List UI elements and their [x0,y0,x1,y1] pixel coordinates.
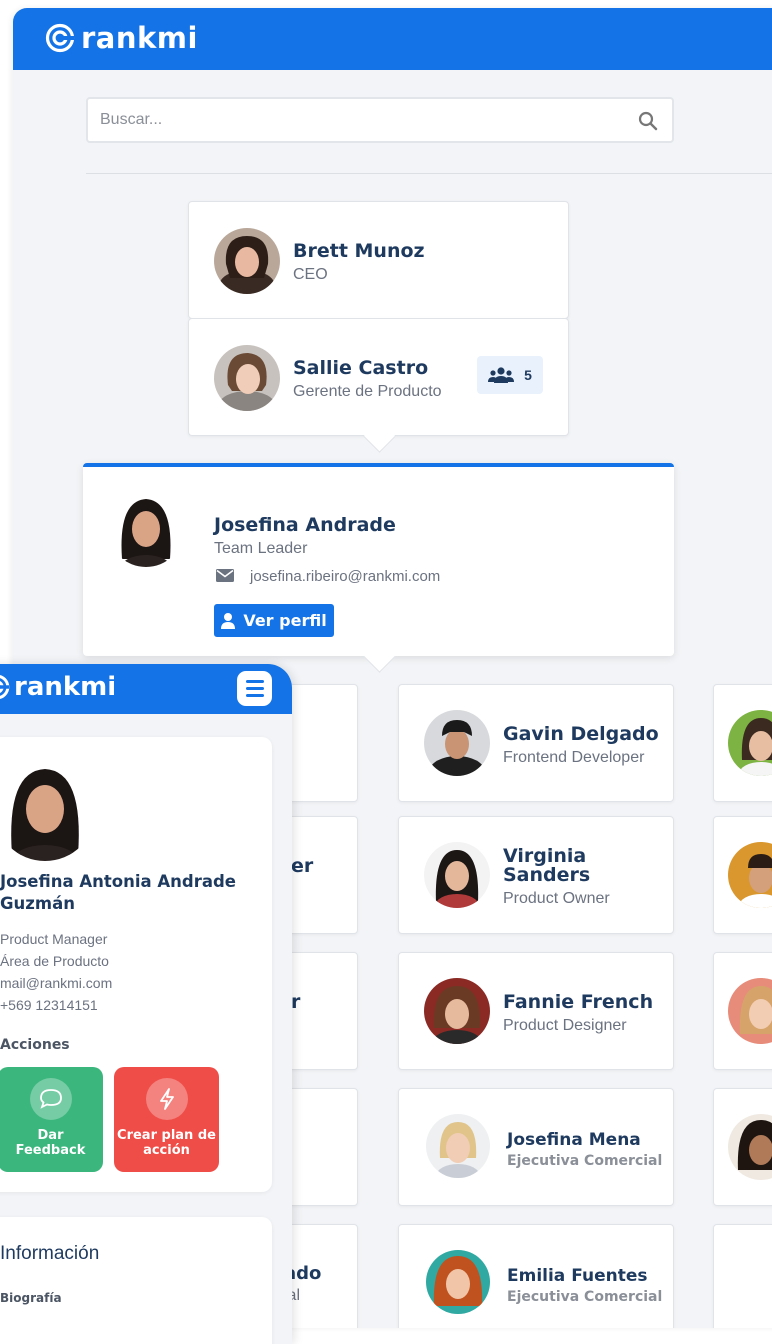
avatar [426,1114,490,1178]
team-card[interactable] [713,1224,772,1328]
avatar [214,345,280,411]
avatar [728,710,772,776]
avatar [728,978,772,1044]
feedback-label: Dar Feedback [15,1128,86,1158]
avatar [214,228,280,294]
rankmi-logo[interactable]: rankmi [45,21,198,55]
team-card[interactable]: Fannie French Product Designer [398,952,674,1070]
information-title: Información [0,1243,100,1264]
menu-line [245,680,264,683]
team-count: 5 [524,367,532,383]
team-card[interactable]: Gavin Delgado Frontend Developer [398,684,674,802]
biography-label: Biografía [0,1291,62,1305]
person-name: Sallie Castro [293,357,429,379]
avatar [424,710,490,776]
person-role: Team Leader [214,540,308,557]
logo-text: rankmi [14,672,117,702]
profile-card: Josefina Antonia Andrade Guzmán Product … [0,737,272,1192]
view-profile-label: Ver perfil [243,611,327,630]
give-feedback-button[interactable]: Dar Feedback [0,1067,103,1172]
person-name: r [291,991,301,1013]
person-name: Josefina Mena [507,1130,641,1150]
users-icon [488,367,515,383]
team-card[interactable] [713,952,772,1070]
mobile-profile-panel: rankmi Josefina Antonia Andrade Guzmán P… [0,664,292,1344]
action-plan-label: Crear plan de acción [117,1128,216,1158]
person-name: Emilia Fuentes [507,1266,648,1286]
menu-line [245,694,264,697]
menu-line [245,687,264,690]
person-role: CEO [293,266,328,283]
person-name: Fannie French [503,991,654,1013]
lightning-icon [145,1078,188,1120]
team-card[interactable]: Josefina Mena Ejecutiva Comercial [398,1088,674,1206]
person-name: er [291,855,314,877]
mobile-top-bar: rankmi [0,664,292,714]
search-input[interactable] [88,99,632,141]
avatar [108,491,184,567]
person-role: Product Owner [503,890,610,907]
actions-title: Acciones [0,1037,70,1053]
person-name: Brett Munoz [293,240,425,262]
avatar [728,1114,772,1180]
top-bar: rankmi [13,8,772,70]
person-name: Virginia Sanders [503,845,591,886]
avatar [424,842,490,908]
profile-position: Product Manager [0,931,108,947]
profile-avatar [0,759,96,861]
person-role: Frontend Developer [503,749,645,766]
avatar [426,1250,490,1314]
person-role: Product Designer [503,1017,627,1034]
avatar [728,842,772,908]
search-box [86,97,674,143]
person-name: Josefina Andrade [214,514,396,536]
selected-person-card: Josefina Andrade Team Leader josefina.ri… [83,463,674,656]
mobile-rankmi-logo[interactable]: rankmi [0,672,116,702]
person-role: Ejecutiva Comercial [507,1289,663,1305]
person-name: Gavin Delgado [503,723,659,745]
avatar [424,978,490,1044]
user-icon [221,612,236,629]
view-profile-button[interactable]: Ver perfil [214,604,334,637]
team-card[interactable] [713,1088,772,1206]
org-card-ceo[interactable]: Brett Munoz CEO [188,201,569,319]
team-card[interactable]: Virginia Sanders Product Owner [398,816,674,934]
person-email[interactable]: josefina.ribeiro@rankmi.com [250,568,440,585]
profile-area: Área de Producto [0,953,109,969]
team-card[interactable] [713,684,772,802]
create-action-plan-button[interactable]: Crear plan de acción [114,1067,219,1172]
org-card-manager[interactable]: Sallie Castro Gerente de Producto 5 [188,318,569,436]
information-card: Información Biografía [0,1217,272,1344]
team-card[interactable] [713,816,772,934]
team-count-badge[interactable]: 5 [477,356,543,394]
search-icon[interactable] [638,111,658,131]
chat-bubble-icon [29,1078,72,1120]
email-icon [216,569,234,582]
rankmi-logo-icon [0,675,10,699]
team-card[interactable]: Emilia Fuentes Ejecutiva Comercial [398,1224,674,1328]
person-role: Gerente de Producto [293,383,442,400]
profile-name: Josefina Antonia Andrade Guzmán [0,872,236,913]
person-role: Ejecutiva Comercial [507,1153,663,1169]
rankmi-logo-icon [45,23,75,53]
profile-email[interactable]: mail@rankmi.com [0,975,112,991]
profile-phone: +569 12314151 [0,997,98,1013]
hamburger-menu-button[interactable] [237,671,272,706]
search-divider [86,173,772,174]
logo-text: rankmi [81,21,198,55]
